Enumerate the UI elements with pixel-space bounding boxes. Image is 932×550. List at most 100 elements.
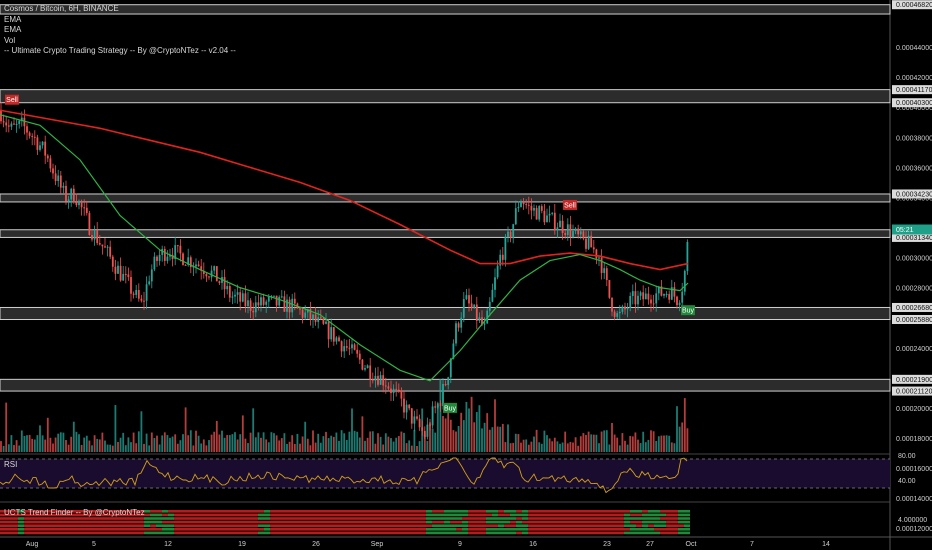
candle-body — [137, 289, 140, 299]
candle-body — [332, 327, 335, 342]
volume-bar — [663, 435, 665, 452]
volume-bar — [236, 439, 239, 452]
volume-bar — [62, 432, 65, 452]
trend-cell — [450, 510, 456, 513]
trend-cell — [642, 531, 648, 535]
trend-cell — [534, 510, 540, 513]
candle-body — [647, 293, 650, 300]
candle-body — [626, 307, 629, 310]
trend-cell — [240, 531, 246, 535]
price-axis[interactable]: 0.000440000.000420000.000400000.00038000… — [892, 0, 932, 550]
trend-cell — [246, 510, 252, 513]
trend-cell — [336, 528, 342, 531]
volume-bar — [543, 430, 546, 452]
trend-cell — [444, 528, 450, 531]
trend-cell — [360, 513, 366, 517]
trend-cell — [228, 510, 234, 513]
rsi-label[interactable]: RSI — [4, 460, 17, 469]
trend-cell — [258, 510, 264, 513]
volume-bar — [403, 432, 405, 452]
trend-cell — [444, 520, 450, 524]
trend-cell — [168, 510, 174, 513]
trend-cell — [636, 524, 642, 527]
trend-cell — [126, 524, 132, 527]
chart-canvas[interactable]: Sell Buy Sell Buy 80.00 40.00 4.000000 0.000… — [0, 0, 932, 550]
volume-bar — [306, 438, 309, 452]
indicator-ucts-strategy[interactable]: -- Ultimate Crypto Trading Strategy -- B… — [4, 46, 236, 57]
volume-bar — [364, 440, 366, 452]
candle-body — [455, 323, 457, 344]
time-tick: 14 — [822, 541, 830, 548]
candle-body — [353, 344, 356, 350]
volume-bar — [210, 434, 213, 452]
volume-bar — [114, 405, 117, 452]
trend-cell — [240, 528, 246, 531]
indicator-volume[interactable]: Vol — [4, 36, 236, 47]
trend-cell — [12, 531, 18, 535]
trend-finder-label[interactable]: UCTS Trend Finder -- By @CryptoNTez — [4, 508, 145, 517]
trend-cell — [678, 531, 684, 535]
volume-bar — [447, 409, 450, 452]
trend-cell — [504, 513, 510, 517]
trend-cell — [204, 531, 210, 535]
trend-cell — [420, 513, 426, 517]
volume-bar — [600, 431, 603, 452]
trend-cell — [366, 517, 372, 520]
trend-cell — [462, 510, 468, 513]
chart-legend: Cosmos / Bitcoin, 6H, BINANCE EMA EMA Vo… — [4, 4, 236, 57]
candle-body — [122, 274, 125, 281]
candle-body — [241, 293, 244, 302]
trend-cell — [354, 520, 360, 524]
trend-cell — [246, 520, 252, 524]
candle-body — [457, 323, 460, 328]
trend-cell — [576, 520, 582, 524]
candle-body — [106, 246, 109, 248]
trend-cell — [366, 528, 372, 531]
volume-bar — [343, 433, 346, 452]
candle-body — [150, 269, 153, 282]
trend-cell — [600, 517, 606, 520]
candle-body — [569, 224, 572, 238]
trend-cell — [552, 531, 558, 535]
candle-body — [546, 215, 548, 223]
trend-cell — [306, 510, 312, 513]
time-axis[interactable]: Aug 5 12 19 26 Sep 9 16 23 27 Oct 7 14 — [26, 541, 830, 548]
trend-cell — [600, 513, 606, 517]
trend-cell — [450, 524, 456, 527]
trend-cell — [672, 531, 678, 535]
volume-bar — [223, 437, 226, 452]
trend-cell — [414, 510, 420, 513]
candle-body — [501, 254, 504, 260]
volume-bar — [143, 443, 145, 452]
trend-cell — [378, 524, 384, 527]
candle-body — [345, 346, 348, 348]
volume-bar — [642, 431, 645, 452]
level-label: 0.00025880 — [896, 317, 932, 324]
trend-cell — [552, 510, 558, 513]
trend-cell — [594, 528, 600, 531]
volume-bar — [273, 433, 275, 452]
indicator-ema-slow[interactable]: EMA — [4, 25, 236, 36]
trend-cell — [456, 517, 462, 520]
trend-cell — [504, 510, 510, 513]
trend-cell — [546, 520, 552, 524]
candle-body — [312, 314, 314, 320]
trend-cell — [192, 524, 198, 527]
volume-bar — [182, 434, 184, 452]
trend-cell — [96, 528, 102, 531]
trend-cell — [342, 524, 348, 527]
trend-cell — [120, 528, 126, 531]
trend-cell — [210, 520, 216, 524]
volume-bar — [184, 407, 187, 452]
trend-cell — [6, 531, 12, 535]
volume-bar — [639, 443, 642, 452]
trend-cell — [492, 531, 498, 535]
trend-cell — [414, 528, 420, 531]
trend-cell — [648, 528, 654, 531]
volume-bar — [111, 445, 114, 452]
price-tick: 0.00014000 — [896, 496, 932, 503]
indicator-ema-fast[interactable]: EMA — [4, 15, 236, 26]
trend-cell — [156, 524, 162, 527]
trend-cell — [72, 528, 78, 531]
trend-cell — [534, 520, 540, 524]
